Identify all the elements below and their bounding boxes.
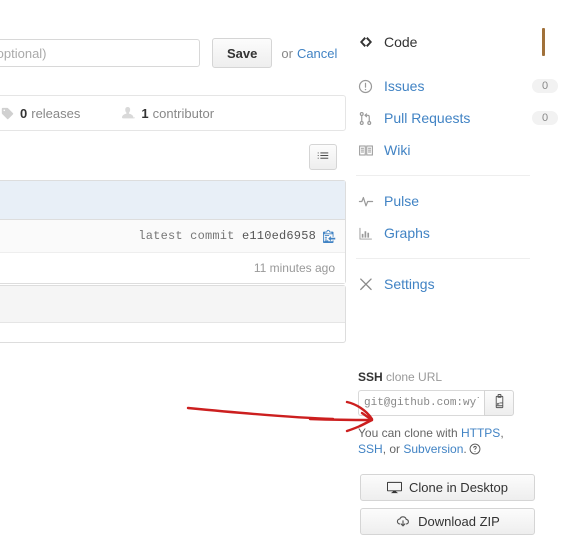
readme-panel (0, 285, 346, 343)
desktop-download-icon (387, 480, 402, 495)
repository-description-edit-row: Save or Cancel (0, 38, 340, 68)
clone-protocol-label: SSH (358, 370, 383, 384)
download-zip-label: Download ZIP (418, 514, 500, 529)
contributors-count: 1 (141, 105, 149, 121)
clone-url-block: SSH clone URL You can clone with HTTPS, … (358, 370, 528, 459)
clone-url-row (358, 390, 514, 416)
code-icon (358, 34, 376, 50)
sidebar-item-issues-label: Issues (384, 78, 425, 94)
question-icon[interactable] (469, 443, 481, 459)
releases-count: 0 (20, 105, 28, 121)
latest-commit-label: latest commit (138, 229, 235, 243)
commit-sha: e110ed6958 (241, 229, 316, 243)
list-unordered-icon (316, 149, 330, 166)
download-zip-button[interactable]: Download ZIP (360, 508, 535, 535)
tools-icon (358, 277, 376, 292)
repository-description-input[interactable] (0, 39, 200, 67)
book-icon (358, 143, 376, 158)
issue-opened-icon (358, 79, 376, 94)
repository-main-column: Save or Cancel 0 releases (0, 0, 346, 557)
commit-history-button[interactable] (309, 144, 337, 170)
clone-help-prefix: You can clone with (358, 426, 461, 440)
clone-in-desktop-label: Clone in Desktop (409, 480, 508, 495)
clone-url-label: SSH clone URL (358, 370, 528, 384)
sidebar-item-pulse-label: Pulse (384, 193, 420, 209)
clone-help-suffix: . (463, 442, 467, 456)
clone-ssh-link[interactable]: SSH (358, 442, 383, 456)
cloud-download-icon (395, 514, 411, 529)
clone-help-text: You can clone with HTTPS, SSH, or Subver… (358, 425, 510, 459)
active-tab-indicator (542, 28, 545, 56)
latest-commit-bar: latest commit e110ed6958 (0, 220, 345, 253)
git-pull-request-icon (358, 111, 376, 126)
copy-clone-url-button[interactable] (484, 390, 514, 416)
sidebar-item-pulse[interactable]: Pulse (356, 185, 530, 217)
clone-subversion-link[interactable]: Subversion (403, 442, 463, 456)
clone-help-mid: , or (382, 442, 404, 456)
sidebar-item-wiki-label: Wiki (384, 142, 411, 158)
latest-commit-time: 11 minutes ago (0, 253, 345, 283)
clone-https-link[interactable]: HTTPS (461, 426, 500, 440)
sidebar-item-graphs[interactable]: Graphs (356, 217, 530, 249)
clone-help-comma: , (500, 426, 504, 440)
repository-page: Save or Cancel 0 releases (0, 0, 570, 557)
or-label: or (281, 45, 293, 61)
sidebar-divider-2 (356, 258, 530, 259)
sidebar-item-code[interactable]: Code (356, 26, 545, 58)
sidebar-nav: Code Issues 0 Pull Requests 0 Wiki Pulse… (356, 26, 558, 300)
pull-requests-count-badge: 0 (532, 111, 558, 125)
organization-icon (122, 106, 136, 120)
file-list-branch-bar (0, 181, 345, 220)
copy-commit-sha-icon[interactable] (323, 229, 337, 243)
clone-url-input[interactable] (358, 390, 484, 416)
sidebar-item-pull-requests-label: Pull Requests (384, 110, 471, 126)
contributors-label: contributor (152, 105, 215, 121)
latest-commit-text: latest commit e110ed6958 (138, 229, 316, 243)
sidebar-item-code-label: Code (384, 34, 418, 50)
readme-panel-header (0, 286, 345, 323)
sidebar-item-settings-label: Settings (384, 276, 435, 292)
releases-summary[interactable]: 0 releases (1, 96, 80, 130)
issues-count-badge: 0 (532, 79, 558, 93)
cancel-link[interactable]: Cancel (297, 46, 337, 61)
repository-sidebar: Code Issues 0 Pull Requests 0 Wiki Pulse… (356, 0, 570, 557)
pulse-icon (358, 194, 376, 209)
save-button[interactable]: Save (212, 38, 273, 68)
sidebar-item-pull-requests[interactable]: Pull Requests 0 (356, 102, 558, 134)
sidebar-item-graphs-label: Graphs (384, 225, 430, 241)
graph-icon (358, 226, 376, 241)
repository-summary-bar: 0 releases 1 contributor (0, 95, 346, 131)
tag-icon (1, 107, 14, 120)
clipboard-icon (492, 394, 507, 412)
sidebar-item-issues[interactable]: Issues 0 (356, 70, 558, 102)
clone-in-desktop-button[interactable]: Clone in Desktop (360, 474, 535, 501)
releases-label: releases (31, 105, 81, 121)
sidebar-item-wiki[interactable]: Wiki (356, 134, 530, 166)
contributors-summary[interactable]: 1 contributor (122, 96, 214, 130)
sidebar-divider-1 (356, 175, 530, 176)
clone-url-label-text: clone URL (386, 370, 443, 384)
sidebar-item-settings[interactable]: Settings (356, 268, 530, 300)
file-list-panel: latest commit e110ed6958 11 minutes ago (0, 180, 346, 284)
